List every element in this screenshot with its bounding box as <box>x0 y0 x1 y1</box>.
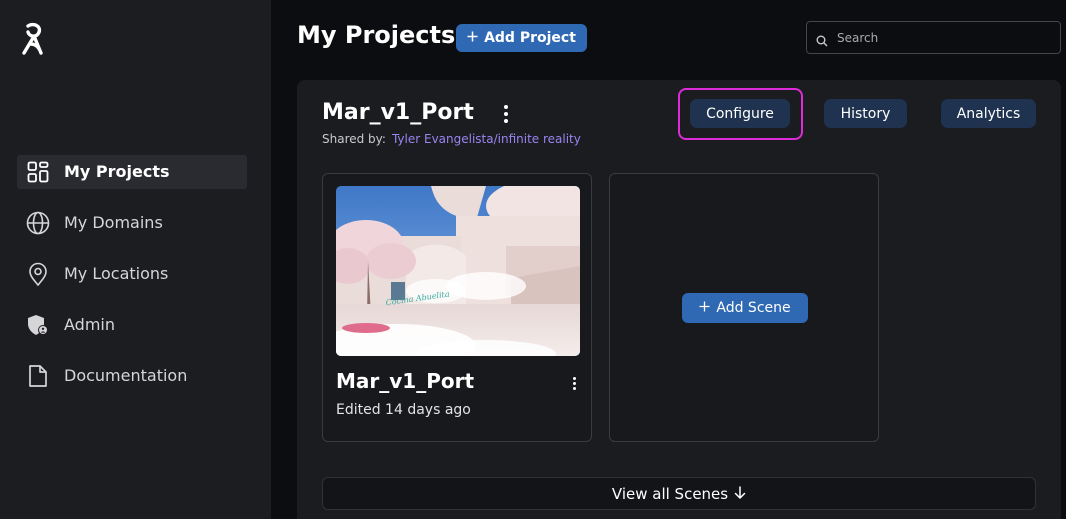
configure-button[interactable]: Configure <box>690 99 790 128</box>
grid-icon <box>26 160 50 184</box>
sidebar-item-admin[interactable]: Admin <box>17 308 247 342</box>
sidebar-item-my-domains[interactable]: My Domains <box>17 206 247 240</box>
add-scene-button[interactable]: Add Scene <box>682 293 808 323</box>
shared-by-user-link[interactable]: Tyler Evangelista/infinite reality <box>392 132 581 146</box>
shield-user-icon <box>26 313 50 337</box>
project-more-menu-icon[interactable] <box>496 104 516 124</box>
sidebar: My Projects My Domains My Locations Admi… <box>0 0 271 519</box>
arrow-down-icon <box>734 485 746 503</box>
app-logo[interactable] <box>21 22 47 56</box>
document-icon <box>26 364 50 388</box>
add-scene-card: Add Scene <box>609 173 879 442</box>
shared-by: Shared by: Tyler Evangelista/infinite rea… <box>322 132 581 146</box>
search-input[interactable] <box>837 22 1052 53</box>
search-box[interactable] <box>806 21 1061 54</box>
add-scene-label: Add Scene <box>716 300 791 316</box>
sidebar-item-label: My Domains <box>64 213 163 232</box>
search-icon <box>816 32 828 47</box>
sidebar-item-label: Documentation <box>64 366 188 385</box>
sidebar-item-documentation[interactable]: Documentation <box>17 359 247 393</box>
page-title: My Projects <box>297 21 456 49</box>
scene-edited-time: Edited 14 days ago <box>336 402 471 418</box>
plus-icon <box>699 300 710 316</box>
globe-icon <box>26 211 50 235</box>
view-all-scenes-button[interactable]: View all Scenes <box>322 477 1036 510</box>
sidebar-item-label: My Locations <box>64 264 169 283</box>
scene-card[interactable]: Cocina Abuelita Mar_v1_Port Edited 14 da… <box>322 173 592 442</box>
scene-name: Mar_v1_Port <box>336 369 475 393</box>
scene-thumbnail[interactable]: Cocina Abuelita <box>336 186 580 356</box>
map-pin-icon <box>26 262 50 286</box>
scene-more-menu-icon[interactable] <box>564 373 584 393</box>
history-button[interactable]: History <box>824 99 907 128</box>
add-project-button[interactable]: Add Project <box>456 24 587 52</box>
sidebar-item-label: My Projects <box>64 162 170 181</box>
sidebar-item-my-locations[interactable]: My Locations <box>17 257 247 291</box>
view-all-scenes-label: View all Scenes <box>611 484 729 503</box>
shared-by-label: Shared by: <box>322 132 386 146</box>
project-name: Mar_v1_Port <box>322 100 474 125</box>
analytics-button[interactable]: Analytics <box>941 99 1036 128</box>
plus-icon <box>467 30 478 46</box>
sidebar-item-label: Admin <box>64 315 115 334</box>
sidebar-item-my-projects[interactable]: My Projects <box>17 155 247 189</box>
add-project-label: Add Project <box>484 30 576 46</box>
